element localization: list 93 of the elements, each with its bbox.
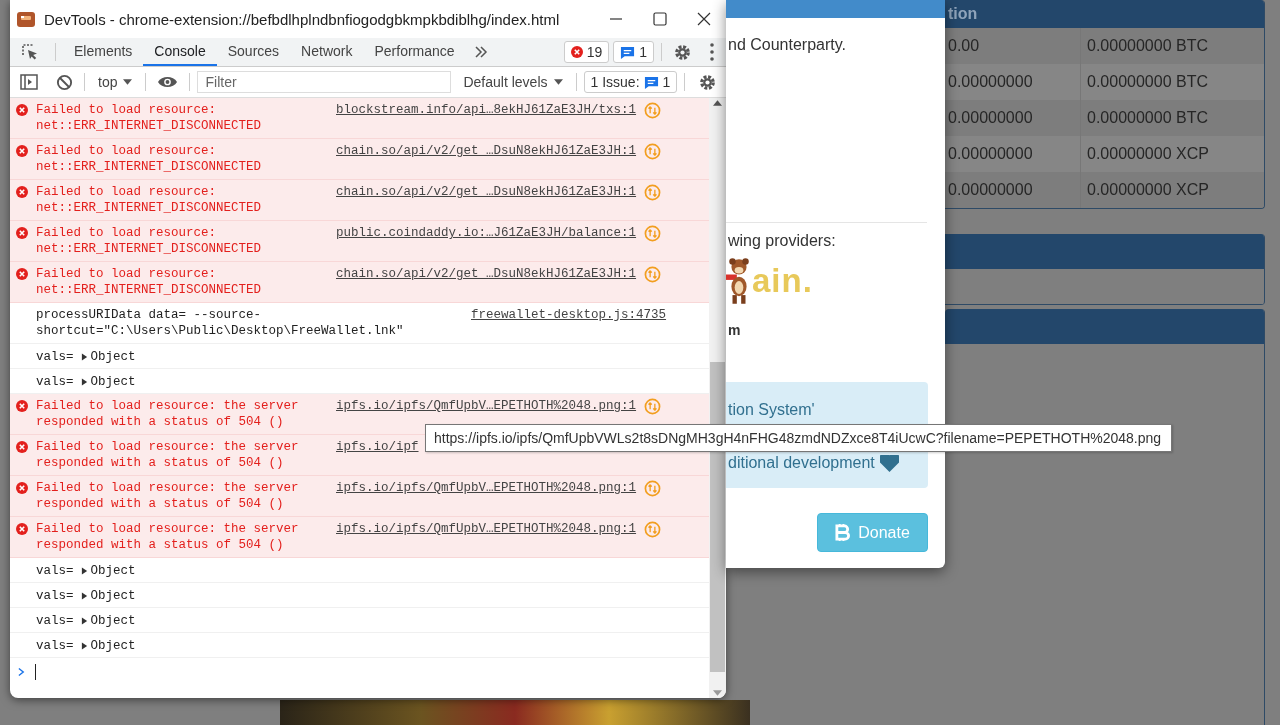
source-link[interactable]: public.coindaddy.io:…J61ZaE3JH/balance:1 <box>336 225 637 241</box>
notice-text: tion System' <box>728 401 816 419</box>
panel-tab[interactable]: Elements <box>63 38 144 66</box>
dog-mascot-icon <box>726 257 752 305</box>
object-preview[interactable]: Object <box>90 612 136 629</box>
toolbox-icon <box>16 9 36 29</box>
table-cell-text: 0.00000000 <box>947 145 1034 163</box>
window-title: DevTools - chrome-extension://befbdlhplndbnfiogodgbkmpkbdiblhg/index.html <box>44 10 560 28</box>
expand-triangle-icon[interactable] <box>80 641 88 650</box>
error-icon <box>16 227 28 239</box>
table-cell-text: 0.00000000 <box>947 181 1034 199</box>
panel-tab[interactable]: Console <box>143 38 217 66</box>
log-label: vals= <box>36 348 74 365</box>
issues-button[interactable]: 1 Issue: 1 <box>583 71 678 93</box>
provider-logo: ain. <box>726 256 945 306</box>
table-cell-text: 0.00 <box>947 37 981 55</box>
error-message: Failed to load resource: the server responded with a status of 504 () <box>36 439 300 471</box>
table-cell-text: 0.00000000 <box>947 109 1034 127</box>
error-icon <box>16 523 28 535</box>
caret-icon <box>123 79 133 85</box>
error-count-badge[interactable]: 19 <box>563 41 610 63</box>
log-label: vals= <box>36 587 74 604</box>
provider-name: m <box>728 322 742 338</box>
url-tooltip: https://ipfs.io/ipfs/QmfUpbVWLs2t8sDNgMH3gH4nFHG48zmdNDZxce8T4iUcwC?filename=PEPETHOTH%2048.png <box>425 424 1173 452</box>
error-icon <box>570 46 583 58</box>
error-icon <box>16 441 28 453</box>
error-icon <box>16 186 28 198</box>
bitcoin-icon <box>835 523 851 542</box>
notice-text: ditional development <box>728 454 875 472</box>
table-cell-text: 0.00000000 <box>947 73 1034 91</box>
filter-field[interactable]: Filter <box>197 71 452 93</box>
source-link[interactable]: ipfs.io/ipfs/QmfUpbV…EPETHOTH%2048.png:1 <box>336 480 637 496</box>
expand-triangle-icon[interactable] <box>80 377 88 386</box>
object-preview[interactable]: Object <box>90 373 136 390</box>
source-link[interactable]: blockstream.info/api…8ekHJ61ZaE3JH/txs:1 <box>336 102 637 118</box>
close-icon[interactable] <box>697 12 711 26</box>
error-icon <box>16 145 28 157</box>
intro-text: nd Counterparty. <box>728 36 847 54</box>
source-link[interactable]: chain.so/api/v2/get_…DsuN8ekHJ61ZaE3JH:1 <box>336 184 637 200</box>
panel-tab[interactable]: Sources <box>216 38 291 66</box>
expand-triangle-icon[interactable] <box>80 616 88 625</box>
log-label: vals= <box>36 612 74 629</box>
table-header: tion <box>945 0 1264 28</box>
source-link[interactable]: chain.so/api/v2/get_…DsuN8ekHJ61ZaE3JH:1 <box>336 143 637 159</box>
error-icon <box>16 482 28 494</box>
error-icon <box>16 104 28 116</box>
source-link[interactable]: freewallet-desktop.js:4735 <box>471 307 667 323</box>
error-message: Failed to load resource: the server responded with a status of 504 () <box>36 480 300 512</box>
eye-icon[interactable] <box>157 75 179 89</box>
expand-triangle-icon[interactable] <box>80 591 88 600</box>
object-preview[interactable]: Object <box>90 348 136 365</box>
object-preview[interactable]: Object <box>90 562 136 579</box>
scroll-up-icon[interactable] <box>713 100 722 106</box>
source-link[interactable]: chain.so/api/v2/get_…DsuN8ekHJ61ZaE3JH:1 <box>336 266 637 282</box>
error-message: Failed to load resource: the server responded with a status of 504 () <box>36 521 300 553</box>
sidebar-toggle-icon[interactable] <box>20 73 38 91</box>
context-dropdown[interactable]: top <box>92 74 139 90</box>
expand-triangle-icon[interactable] <box>80 352 88 361</box>
message-count-badge[interactable]: 1 <box>613 41 654 63</box>
error-message: Failed to load resource: net::ERR_INTERNET_DISCONNECTED <box>36 225 263 257</box>
message-icon <box>643 74 659 90</box>
table-cell: 0.00000000 XCP <box>1080 172 1264 208</box>
kebab-menu-icon[interactable] <box>710 43 714 61</box>
error-icon <box>16 400 28 412</box>
error-message: Failed to load resource: the server responded with a status of 504 () <box>36 398 300 430</box>
source-link[interactable]: ipfs.io/ipf <box>336 439 419 455</box>
expand-triangle-icon[interactable] <box>80 566 88 575</box>
log-label: vals= <box>36 373 74 390</box>
more-tabs-icon[interactable] <box>473 46 488 58</box>
prompt-chevron-icon <box>18 667 25 677</box>
error-message: Failed to load resource: net::ERR_INTERNET_DISCONNECTED <box>36 266 263 298</box>
source-link[interactable]: ipfs.io/ipfs/QmfUpbV…EPETHOTH%2048.png:1 <box>336 521 637 537</box>
log-message: processURIData data= --source-shortcut="C:\Users\Public\Desktop\FreeWallet.lnk" <box>36 307 405 339</box>
caret-icon <box>553 79 563 85</box>
inspect-icon[interactable] <box>20 42 40 62</box>
log-label: vals= <box>36 637 74 654</box>
maximize-icon[interactable] <box>653 12 667 26</box>
object-preview[interactable]: Object <box>90 587 136 604</box>
error-icon <box>16 268 28 280</box>
panel-tab[interactable]: Network <box>290 38 364 66</box>
error-message: Failed to load resource: net::ERR_INTERNET_DISCONNECTED <box>36 184 263 216</box>
error-message: Failed to load resource: net::ERR_INTERNET_DISCONNECTED <box>36 102 263 134</box>
source-link[interactable]: ipfs.io/ipfs/QmfUpbV…EPETHOTH%2048.png:1 <box>336 398 637 414</box>
settings-icon[interactable] <box>698 72 718 92</box>
levels-dropdown[interactable]: Default levels <box>457 74 569 90</box>
message-icon <box>620 44 636 60</box>
providers-label: wing providers: <box>728 232 837 250</box>
clear-console-icon[interactable] <box>56 73 73 91</box>
object-preview[interactable]: Object <box>90 637 136 654</box>
panel-tab[interactable]: Performance <box>363 38 466 66</box>
log-label: vals= <box>36 562 74 579</box>
settings-icon[interactable] <box>673 42 692 62</box>
error-message: Failed to load resource: net::ERR_INTERNET_DISCONNECTED <box>36 143 263 175</box>
